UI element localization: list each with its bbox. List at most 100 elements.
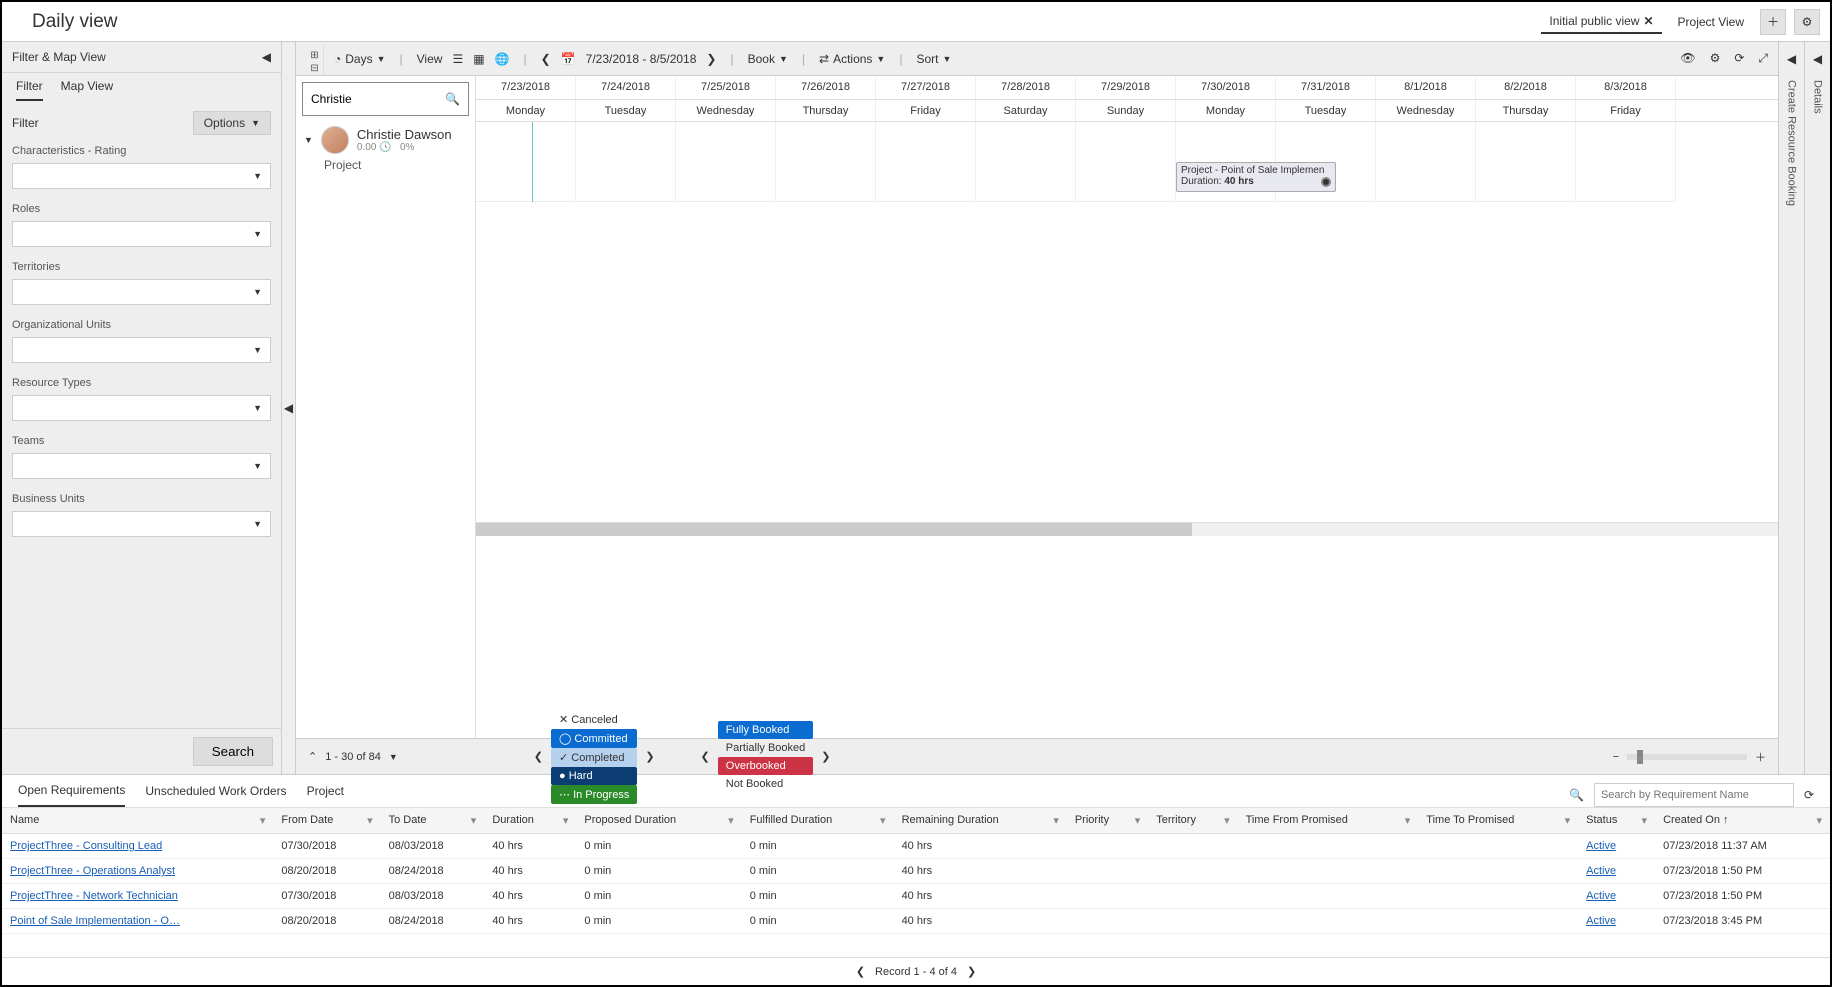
search-icon[interactable]: 🔍 [1569, 788, 1584, 802]
filter-teams-select[interactable]: ▼ [12, 453, 271, 479]
status-prev[interactable]: ❮ [534, 750, 543, 763]
filter-characteristics-select[interactable]: ▼ [12, 163, 271, 189]
expand-all-icon[interactable]: ⊞ [310, 50, 318, 61]
filter-territories-select[interactable]: ▼ [12, 279, 271, 305]
resource-row[interactable]: ▼ Christie Dawson 0.00 🕓 0% [296, 122, 475, 158]
create-booking-rail[interactable]: ◀ Create Resource Booking [1778, 42, 1804, 774]
column-header[interactable]: Fulfilled Duration▾ [742, 808, 894, 834]
column-header[interactable]: From Date▾ [273, 808, 380, 834]
sort-button[interactable]: Sort ▼ [916, 52, 951, 66]
zoom-in-icon[interactable]: ＋ [1755, 749, 1766, 765]
grid-cell[interactable] [976, 122, 1076, 202]
filter-businessunits-select[interactable]: ▼ [12, 511, 271, 537]
grid-cell[interactable] [476, 122, 576, 202]
column-header[interactable]: Proposed Duration▾ [576, 808, 741, 834]
options-button[interactable]: Options ▼ [193, 111, 271, 135]
column-header[interactable]: Time To Promised▾ [1418, 808, 1578, 834]
column-header[interactable]: Time From Promised▾ [1238, 808, 1419, 834]
grid-cell[interactable] [776, 122, 876, 202]
zoom-out-icon[interactable]: − [1613, 751, 1619, 763]
tab-open-requirements[interactable]: Open Requirements [18, 783, 125, 807]
view-grid-icon[interactable]: ▦ [473, 52, 484, 66]
fullscreen-icon[interactable]: ⤢ [1758, 51, 1768, 66]
table-row[interactable]: ProjectThree - Consulting Lead 07/30/201… [2, 834, 1830, 859]
calendar-icon[interactable]: 📅 [561, 52, 576, 66]
scale-select[interactable]: ◔ Days ▼ [334, 52, 386, 66]
actions-button[interactable]: ⇄ Actions ▼ [819, 52, 885, 66]
column-header[interactable]: Status▾ [1578, 808, 1655, 834]
grid-cell[interactable] [676, 122, 776, 202]
filter-orgunits-select[interactable]: ▼ [12, 337, 271, 363]
refresh-icon[interactable]: ⟳ [1804, 788, 1814, 802]
grid-cell[interactable] [1476, 122, 1576, 202]
schedule-grid[interactable]: 7/23/20187/24/20187/25/20187/26/20187/27… [476, 76, 1778, 738]
page-up-icon[interactable]: ⌃ [308, 750, 317, 763]
grid-cell[interactable] [1076, 122, 1176, 202]
filter-roles-select[interactable]: ▼ [12, 221, 271, 247]
pager-prev[interactable]: ❮ [856, 965, 865, 978]
booking-chip[interactable]: Partially Booked [718, 739, 814, 757]
date-next-button[interactable]: ❯ [706, 52, 716, 66]
view-tab-project[interactable]: Project View [1670, 11, 1752, 33]
date-range[interactable]: 7/23/2018 - 8/5/2018 [586, 52, 697, 66]
status-link[interactable]: Active [1586, 915, 1616, 927]
table-row[interactable]: ProjectThree - Network Technician 07/30/… [2, 884, 1830, 909]
search-button[interactable]: Search [193, 737, 273, 766]
requirement-link[interactable]: ProjectThree - Consulting Lead [10, 840, 162, 852]
eye-icon[interactable]: 👁 [1680, 51, 1695, 66]
status-link[interactable]: Active [1586, 865, 1616, 877]
details-rail[interactable]: ◀ Details [1804, 42, 1830, 774]
grid-cell[interactable] [876, 122, 976, 202]
pager-next[interactable]: ❯ [967, 965, 976, 978]
tab-unscheduled[interactable]: Unscheduled Work Orders [145, 784, 286, 806]
filter-resourcetypes-select[interactable]: ▼ [12, 395, 271, 421]
booking-chip[interactable]: Overbooked [718, 757, 814, 775]
column-header[interactable]: Priority▾ [1067, 808, 1148, 834]
tab-project[interactable]: Project [307, 784, 344, 806]
grid-cell[interactable] [1376, 122, 1476, 202]
column-header[interactable]: Created On ↑▾ [1655, 808, 1830, 834]
sidebar-tab-mapview[interactable]: Map View [61, 79, 113, 101]
requirement-link[interactable]: Point of Sale Implementation - O… [10, 915, 180, 927]
booking-next[interactable]: ❯ [821, 750, 830, 763]
horizontal-scrollbar[interactable] [476, 522, 1778, 536]
status-link[interactable]: Active [1586, 890, 1616, 902]
resource-project-row[interactable]: Project [296, 158, 475, 172]
add-view-button[interactable]: ＋ [1760, 9, 1786, 35]
column-header[interactable]: Duration▾ [484, 808, 576, 834]
book-button[interactable]: Book ▼ [748, 52, 788, 66]
refresh-icon[interactable]: ⟳ [1734, 51, 1744, 66]
chevron-down-icon[interactable]: ▼ [304, 135, 313, 145]
status-link[interactable]: Active [1586, 840, 1616, 852]
column-header[interactable]: Remaining Duration▾ [894, 808, 1067, 834]
grid-cell[interactable] [576, 122, 676, 202]
column-header[interactable]: To Date▾ [381, 808, 485, 834]
sidebar-splitter[interactable]: ◀ [282, 42, 296, 774]
gear-icon[interactable]: ⚙ [1710, 51, 1721, 66]
table-row[interactable]: Point of Sale Implementation - O… 08/20/… [2, 909, 1830, 934]
zoom-slider[interactable] [1627, 754, 1747, 760]
close-icon[interactable]: ✕ [1643, 14, 1653, 28]
column-header[interactable]: Territory▾ [1148, 808, 1237, 834]
view-map-icon[interactable]: 🌐 [495, 52, 510, 66]
date-prev-button[interactable]: ❮ [541, 52, 551, 66]
column-header[interactable]: Name▾ [2, 808, 273, 834]
settings-button[interactable]: ⚙ [1794, 9, 1820, 35]
view-list-icon[interactable]: ☰ [452, 52, 463, 66]
requirement-link[interactable]: ProjectThree - Network Technician [10, 890, 178, 902]
page-dropdown[interactable]: ▼ [389, 752, 398, 762]
status-chip[interactable]: ✓ Completed [551, 748, 637, 767]
status-next[interactable]: ❯ [645, 750, 654, 763]
table-row[interactable]: ProjectThree - Operations Analyst 08/20/… [2, 859, 1830, 884]
requirement-search-input[interactable] [1594, 783, 1794, 807]
requirement-link[interactable]: ProjectThree - Operations Analyst [10, 865, 175, 877]
search-icon[interactable]: 🔍 [445, 92, 460, 106]
resource-search-input[interactable] [311, 92, 431, 106]
sidebar-tab-filter[interactable]: Filter [16, 79, 43, 101]
collapse-all-icon[interactable]: ⊟ [310, 63, 318, 74]
view-tab-initial[interactable]: Initial public view✕ [1541, 10, 1661, 34]
collapse-sidebar-icon[interactable]: ◀ [262, 50, 271, 64]
booking-prev[interactable]: ❮ [701, 750, 710, 763]
booking-card[interactable]: Project - Point of Sale Implemen Duratio… [1176, 162, 1336, 192]
grid-cell[interactable] [1576, 122, 1676, 202]
